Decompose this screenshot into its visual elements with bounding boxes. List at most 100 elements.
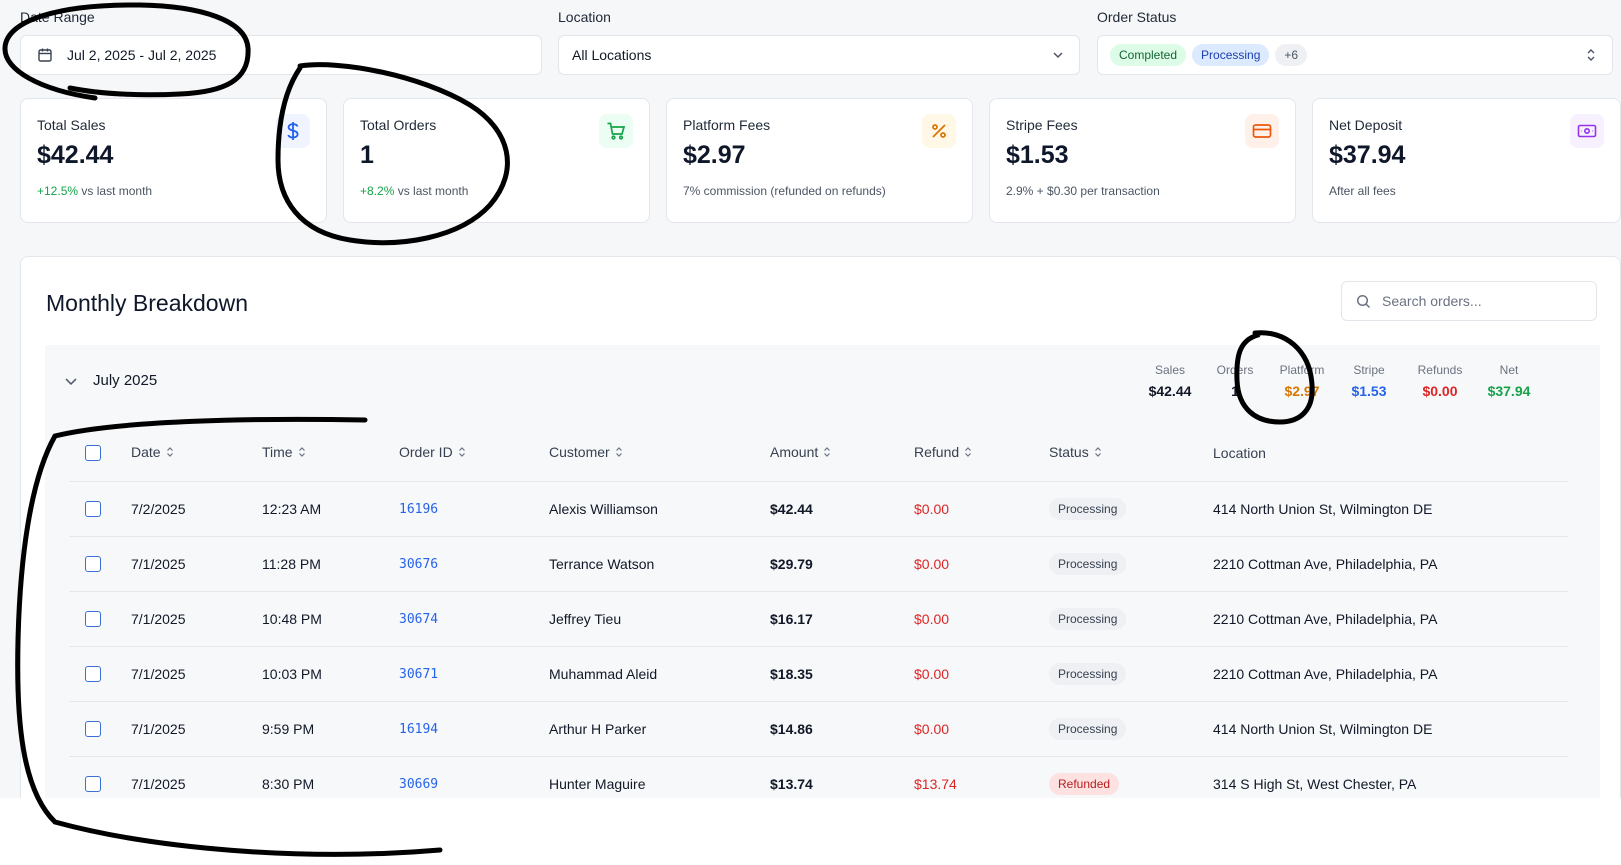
cell-customer: Hunter Maguire — [549, 756, 770, 798]
row-checkbox[interactable] — [85, 666, 101, 683]
column-label: Customer — [549, 444, 610, 461]
panel-title: Monthly Breakdown — [46, 290, 248, 316]
date-range-picker[interactable]: Jul 2, 2025 - Jul 2, 2025 — [20, 35, 542, 75]
card-total-orders: Total Orders 1 +8.2% vs last month — [343, 98, 650, 223]
chevron-down-icon[interactable] — [64, 374, 78, 393]
column-header-amount[interactable]: Amount — [770, 425, 914, 482]
row-checkbox[interactable] — [85, 721, 101, 738]
cell-time: 12:23 AM — [262, 481, 399, 537]
table-row[interactable]: 7/1/2025 8:30 PM 30669 Hunter Maguire $1… — [69, 756, 1568, 798]
cell-location: 414 North Union St, Wilmington DE — [1213, 701, 1568, 757]
month-stat-net: Net $37.94 — [1485, 363, 1533, 399]
sort-icon — [615, 445, 623, 461]
sort-icon — [1094, 445, 1102, 461]
month-group-header[interactable]: July 2025 Sales $42.44 Orders 1 Platform… — [45, 345, 1600, 425]
order-status-label: Order Status — [1097, 9, 1177, 25]
cell-refund: $0.00 — [914, 646, 1049, 702]
row-checkbox[interactable] — [85, 556, 101, 573]
status-badge: Processing — [1049, 607, 1127, 630]
row-checkbox[interactable] — [85, 611, 101, 628]
cell-amount: $14.86 — [770, 701, 914, 757]
cell-amount: $18.35 — [770, 646, 914, 702]
card-delta-label: vs last month — [397, 184, 469, 198]
order-id-link[interactable]: 30671 — [399, 667, 438, 682]
column-header-status[interactable]: Status — [1049, 425, 1213, 482]
table-row[interactable]: 7/1/2025 9:59 PM 16194 Arthur H Parker $… — [69, 701, 1568, 757]
column-header-time[interactable]: Time — [262, 425, 399, 482]
status-badge: Processing — [1049, 662, 1127, 685]
card-net-deposit: Net Deposit $37.94 After all fees — [1312, 98, 1621, 223]
stat-value: $2.97 — [1284, 383, 1320, 399]
table-header-row: Date Time Order ID Customer Amount Refun… — [69, 425, 1568, 482]
cell-date: 7/2/2025 — [131, 481, 262, 537]
status-badge: Processing — [1049, 497, 1127, 520]
column-header-location: Location — [1213, 425, 1568, 482]
stat-label: Net — [1499, 363, 1519, 377]
status-pill-more[interactable]: +6 — [1275, 44, 1308, 66]
card-value: $42.44 — [37, 141, 114, 169]
status-badge: Processing — [1049, 552, 1127, 575]
order-id-link[interactable]: 30669 — [399, 777, 438, 792]
column-label: Location — [1213, 444, 1266, 461]
card-value: $1.53 — [1006, 141, 1069, 169]
cell-location: 414 North Union St, Wilmington DE — [1213, 481, 1568, 537]
cell-refund: $0.00 — [914, 591, 1049, 647]
column-header-refund[interactable]: Refund — [914, 425, 1049, 482]
column-header-order-id[interactable]: Order ID — [399, 425, 549, 482]
sort-icon — [166, 445, 174, 461]
order-status-multiselect[interactable]: Completed Processing +6 — [1097, 35, 1613, 75]
column-header-date[interactable]: Date — [131, 425, 262, 482]
cell-date: 7/1/2025 — [131, 646, 262, 702]
order-id-link[interactable]: 16196 — [399, 502, 438, 517]
status-pill-processing[interactable]: Processing — [1192, 44, 1270, 66]
table-row[interactable]: 7/1/2025 11:28 PM 30676 Terrance Watson … — [69, 536, 1568, 592]
cell-date: 7/1/2025 — [131, 536, 262, 592]
date-range-value: Jul 2, 2025 - Jul 2, 2025 — [67, 47, 217, 63]
sort-icon — [964, 445, 972, 461]
sort-icon — [823, 445, 831, 461]
card-title: Platform Fees — [683, 117, 771, 133]
location-label: Location — [558, 9, 611, 25]
card-value: $37.94 — [1329, 141, 1406, 169]
card-title: Stripe Fees — [1006, 117, 1078, 133]
column-label: Date — [131, 444, 161, 461]
stat-label: Sales — [1154, 363, 1186, 377]
sort-icon — [458, 445, 466, 461]
search-input[interactable]: Search orders... — [1341, 281, 1597, 321]
table-row[interactable]: 7/1/2025 10:03 PM 30671 Muhammad Aleid $… — [69, 646, 1568, 702]
stat-label: Orders — [1216, 363, 1254, 377]
stat-value: $1.53 — [1351, 383, 1387, 399]
cell-amount: $29.79 — [770, 536, 914, 592]
chevron-down-icon — [1051, 48, 1065, 62]
status-badge: Refunded — [1049, 772, 1120, 795]
cell-customer: Muhammad Aleid — [549, 646, 770, 702]
column-label: Amount — [770, 444, 819, 461]
cell-time: 11:28 PM — [262, 536, 399, 592]
month-stat-sales: Sales $42.44 — [1147, 363, 1193, 399]
card-value: 1 — [360, 141, 374, 169]
order-id-link[interactable]: 30674 — [399, 612, 438, 627]
location-value: All Locations — [572, 47, 652, 63]
row-checkbox[interactable] — [85, 501, 101, 518]
cell-location: 314 S High St, West Chester, PA — [1213, 756, 1568, 798]
row-checkbox[interactable] — [85, 776, 101, 793]
select-all-checkbox[interactable] — [85, 445, 101, 462]
table-row[interactable]: 7/1/2025 10:48 PM 30674 Jeffrey Tieu $16… — [69, 591, 1568, 647]
cell-location: 2210 Cottman Ave, Philadelphia, PA — [1213, 646, 1568, 702]
stat-label: Platform — [1279, 363, 1325, 377]
column-header-customer[interactable]: Customer — [549, 425, 770, 482]
stat-value: 1 — [1231, 383, 1239, 399]
location-select[interactable]: All Locations — [558, 35, 1080, 75]
credit-card-icon — [1245, 114, 1279, 148]
order-id-link[interactable]: 30676 — [399, 557, 438, 572]
card-value: $2.97 — [683, 141, 746, 169]
month-stat-refunds: Refunds $0.00 — [1415, 363, 1465, 399]
cell-refund: $13.74 — [914, 756, 1049, 798]
card-delta: +12.5% — [37, 184, 79, 198]
table-row[interactable]: 7/2/2025 12:23 AM 16196 Alexis Williamso… — [69, 481, 1568, 537]
order-id-link[interactable]: 16194 — [399, 722, 438, 737]
search-placeholder: Search orders... — [1382, 293, 1482, 309]
card-delta-label: vs last month — [81, 184, 153, 198]
status-pill-completed[interactable]: Completed — [1110, 44, 1187, 66]
cell-customer: Arthur H Parker — [549, 701, 770, 757]
